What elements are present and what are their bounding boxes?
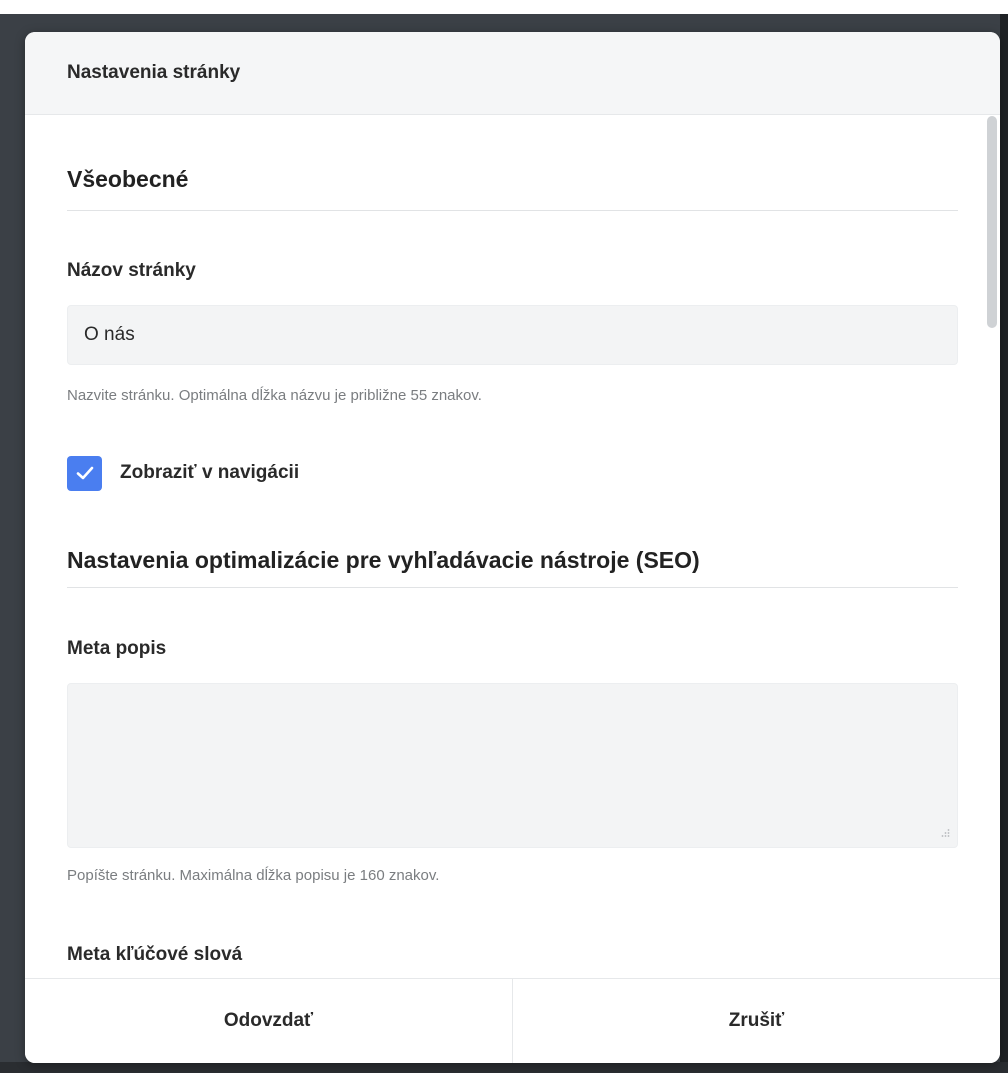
- seo-section-heading: Nastavenia optimalizácie pre vyhľadávaci…: [67, 547, 700, 573]
- page-backdrop-bottom-strip: [0, 1062, 1008, 1073]
- dialog-header: Nastavenia stránky: [25, 32, 1000, 115]
- page-name-help-text: Nazvite stránku. Optimálna dĺžka názvu j…: [67, 387, 482, 404]
- dialog-body[interactable]: Všeobecné Názov stránky Nazvite stránku.…: [25, 115, 1000, 979]
- check-icon: [76, 466, 93, 480]
- meta-keywords-label: Meta kľúčové slová: [67, 944, 243, 965]
- show-in-navigation-label[interactable]: Zobraziť v navigácii: [120, 462, 299, 484]
- page-backdrop-top-strip: [0, 0, 1008, 14]
- meta-description-help-text: Popíšte stránku. Maximálna dĺžka popisu …: [67, 867, 440, 884]
- meta-description-textarea[interactable]: [67, 683, 958, 848]
- show-in-navigation-option[interactable]: Zobraziť v navigácii: [67, 455, 299, 491]
- meta-description-label: Meta popis: [67, 638, 167, 659]
- general-section-divider: [67, 210, 958, 211]
- page-settings-dialog: Nastavenia stránky Všeobecné Názov strán…: [25, 32, 1000, 1063]
- page-name-input[interactable]: [67, 305, 958, 365]
- dialog-scrollbar-thumb[interactable]: [987, 116, 997, 328]
- dialog-title: Nastavenia stránky: [67, 62, 241, 83]
- seo-section-divider: [67, 587, 958, 588]
- general-section-heading: Všeobecné: [67, 166, 189, 192]
- page-backdrop-side-strip: [1000, 14, 1008, 1062]
- resize-grip-icon[interactable]: [940, 828, 950, 841]
- submit-button[interactable]: Odovzdať: [25, 979, 512, 1063]
- dialog-footer: Odovzdať Zrušiť: [25, 978, 1000, 1063]
- show-in-navigation-checkbox[interactable]: [67, 455, 102, 491]
- page-name-label: Názov stránky: [67, 260, 196, 281]
- cancel-button[interactable]: Zrušiť: [512, 979, 1000, 1063]
